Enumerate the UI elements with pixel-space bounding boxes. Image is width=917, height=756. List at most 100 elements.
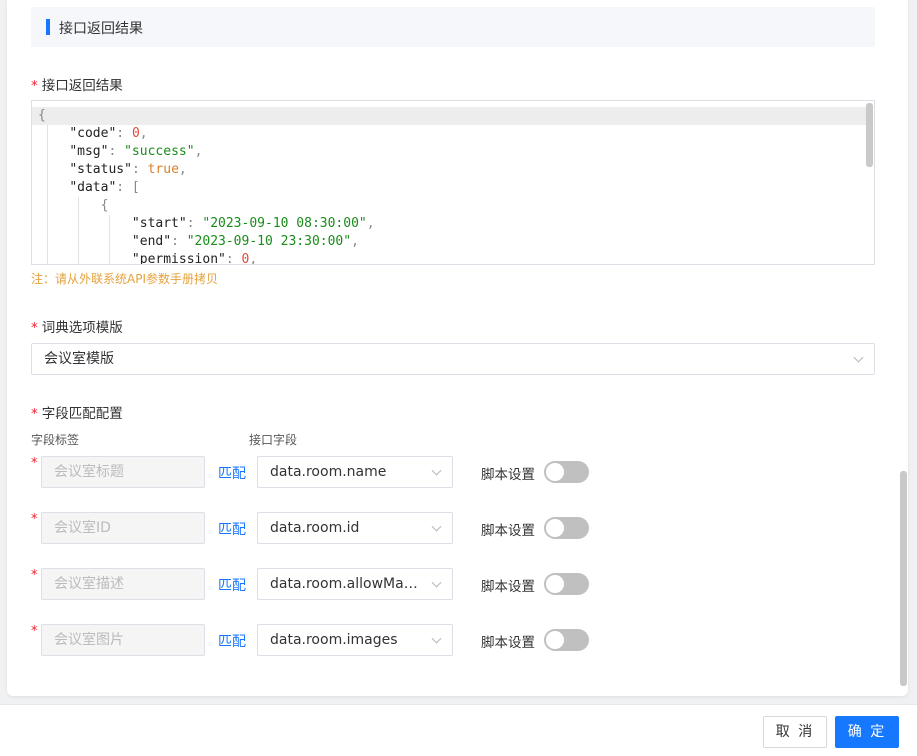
mapping-row: * 会议室图片 匹配 data.room.images 脚本设置 <box>7 624 707 656</box>
code-token: { <box>100 198 109 213</box>
code-line: "permission": 0, <box>38 251 258 265</box>
code-token: , <box>139 126 148 141</box>
dict-template-select[interactable]: 会议室模版 <box>31 343 875 375</box>
script-setting-label: 脚本设置 <box>481 579 535 595</box>
field-label-input[interactable]: 会议室标题 <box>41 456 205 488</box>
code-token: : <box>116 126 132 141</box>
code-line: "code": 0, <box>38 125 148 143</box>
dict-template-value: 会议室模版 <box>44 351 114 367</box>
script-setting-label: 脚本设置 <box>481 635 535 651</box>
active-line-highlight <box>32 107 866 125</box>
code-token: , <box>178 162 187 177</box>
chevron-down-icon <box>853 352 864 363</box>
code-line: { <box>38 197 109 215</box>
code-token: , <box>194 144 203 159</box>
code-token: "2023-09-10 08:30:00" <box>202 216 367 231</box>
cancel-button[interactable]: 取 消 <box>763 716 827 748</box>
field-label-input[interactable]: 会议室ID <box>41 512 205 544</box>
code-token: , <box>249 252 258 265</box>
dict-template-label: * 词典选项模版 <box>31 316 123 336</box>
col-head-field-label: 字段标签 <box>31 433 80 447</box>
api-field-value: data.room.name <box>270 464 387 480</box>
code-token: "status" <box>69 162 132 177</box>
code-token: , <box>366 216 375 231</box>
chevron-down-icon <box>431 521 442 532</box>
api-field-select[interactable]: data.room.id <box>257 512 453 544</box>
col-head-api-field: 接口字段 <box>249 433 298 447</box>
api-field-select[interactable]: data.room.name <box>257 456 453 488</box>
code-token: : <box>225 252 242 265</box>
match-link[interactable]: 匹配 <box>218 631 246 651</box>
match-link[interactable]: 匹配 <box>218 575 246 595</box>
code-token: "msg" <box>69 144 109 159</box>
required-mark: * <box>31 406 38 422</box>
chevron-down-icon <box>431 633 442 644</box>
required-mark: * <box>31 624 38 639</box>
code-token: "start" <box>131 216 187 231</box>
code-scrollbar[interactable] <box>866 103 873 167</box>
code-token: : <box>186 216 203 231</box>
code-token: : [ <box>116 180 140 195</box>
page-scrollbar[interactable] <box>900 471 907 686</box>
toggle-knob <box>546 631 564 649</box>
api-field-value: data.room.allowMax... <box>270 576 426 592</box>
code-line: "data": [ <box>38 179 140 197</box>
code-token: , <box>351 234 359 249</box>
response-label: * 接口返回结果 <box>31 74 123 94</box>
config-panel: 接口返回结果 * 接口返回结果 { "code": 0, "msg": "succ… <box>7 0 908 696</box>
field-label-input[interactable]: 会议室描述 <box>41 568 205 600</box>
code-line: "start": "2023-09-10 08:30:00", <box>38 215 375 233</box>
api-field-value: data.room.id <box>270 520 360 536</box>
api-field-value: data.room.images <box>270 632 398 648</box>
api-field-select[interactable]: data.room.allowMax... <box>257 568 453 600</box>
required-mark: * <box>31 320 38 336</box>
code-token: 0 <box>131 126 140 141</box>
match-link[interactable]: 匹配 <box>218 519 246 539</box>
script-toggle[interactable] <box>544 461 589 483</box>
code-line: "end": "2023-09-10 23:30:00", <box>38 233 359 251</box>
mapping-row: * 会议室标题 匹配 data.room.name 脚本设置 <box>7 456 707 488</box>
required-mark: * <box>31 78 38 94</box>
required-mark: * <box>31 568 38 583</box>
script-toggle[interactable] <box>544 629 589 651</box>
code-token: "2023-09-10 23:30:00" <box>186 234 352 249</box>
response-label-text: 接口返回结果 <box>41 78 123 94</box>
code-token: true <box>147 162 179 177</box>
toggle-knob <box>546 575 564 593</box>
script-setting-label: 脚本设置 <box>481 523 535 539</box>
match-link[interactable]: 匹配 <box>218 463 246 483</box>
dialog-footer: 取 消 确 定 <box>0 704 917 756</box>
response-code-editor[interactable]: { "code": 0, "msg": "success", "status":… <box>31 100 875 265</box>
toggle-knob <box>546 519 564 537</box>
field-label-input[interactable]: 会议室图片 <box>41 624 205 656</box>
mapping-row: * 会议室描述 匹配 data.room.allowMax... 脚本设置 <box>7 568 707 600</box>
api-field-select[interactable]: data.room.images <box>257 624 453 656</box>
code-token: "code" <box>69 126 117 141</box>
response-note: 注：请从外联系统API参数手册拷贝 <box>31 272 218 286</box>
script-toggle[interactable] <box>544 573 589 595</box>
code-token: "permission" <box>131 252 226 265</box>
script-setting-label: 脚本设置 <box>481 467 535 483</box>
code-token: { <box>38 108 46 123</box>
required-mark: * <box>31 456 38 471</box>
chevron-down-icon <box>431 465 442 476</box>
code-token: : <box>171 234 187 249</box>
code-token: "data" <box>69 180 117 195</box>
mapping-row: * 会议室ID 匹配 data.room.id 脚本设置 <box>7 512 707 544</box>
code-token: "end" <box>131 234 172 249</box>
code-line: "status": true, <box>38 161 187 179</box>
code-token: : <box>108 144 125 159</box>
ok-button[interactable]: 确 定 <box>835 716 899 748</box>
chevron-down-icon <box>431 577 442 588</box>
required-mark: * <box>31 512 38 527</box>
script-toggle[interactable] <box>544 517 589 539</box>
code-line: { <box>38 107 46 125</box>
field-mapping-label: * 字段匹配配置 <box>31 402 123 422</box>
dict-template-label-text: 词典选项模版 <box>41 320 123 336</box>
